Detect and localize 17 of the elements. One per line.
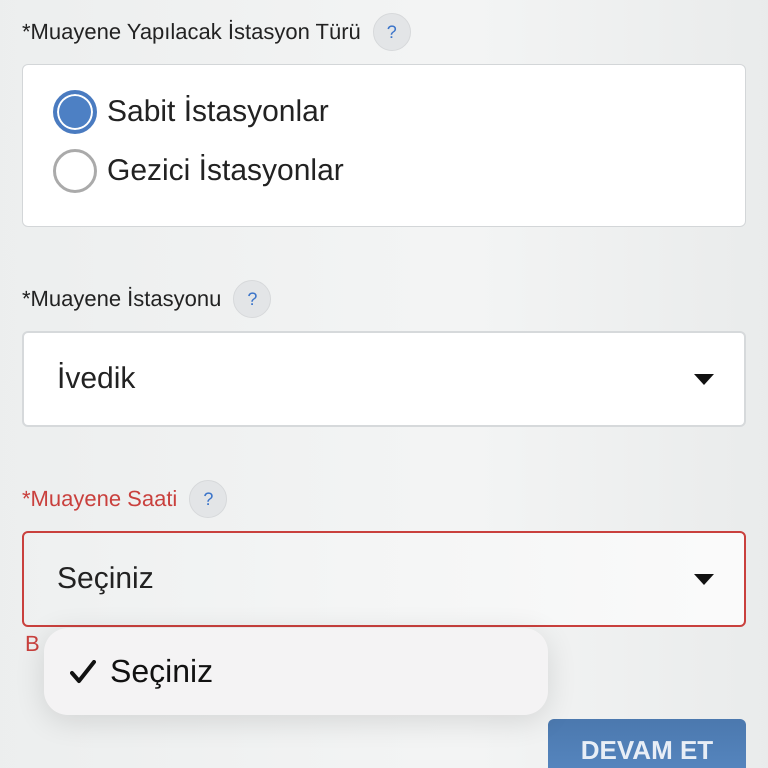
radio-label[interactable]: Gezici İstasyonlar	[107, 154, 344, 188]
help-button[interactable]: ?	[233, 280, 272, 318]
radio-button[interactable]	[53, 90, 97, 134]
field-label: *Muayene İstasyonu	[22, 286, 222, 312]
radio-button[interactable]	[53, 149, 97, 193]
help-button[interactable]: ?	[189, 480, 228, 518]
field-label: *Muayene Yapılacak İstasyon Türü	[22, 19, 361, 45]
error-message: B	[25, 631, 41, 653]
continue-button[interactable]: DEVAM ET	[548, 719, 746, 768]
caret-icon	[694, 374, 714, 384]
caret-icon	[694, 574, 714, 584]
field-label: *Muayene Saati	[22, 486, 178, 512]
help-button[interactable]: ?	[372, 13, 411, 51]
radio-label[interactable]: Sabit İstasyonlar	[107, 95, 329, 129]
select-dropdown[interactable]: Seçiniz	[22, 531, 746, 627]
select-dropdown[interactable]: İvedik	[22, 331, 746, 427]
menu-item[interactable]: Seçiniz	[110, 653, 214, 690]
